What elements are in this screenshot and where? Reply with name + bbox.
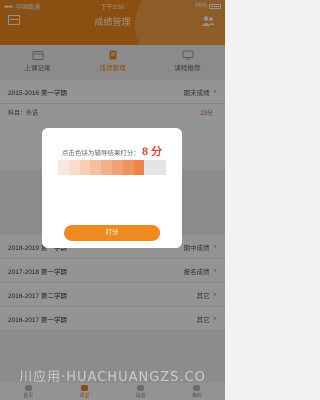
rating-color-scale bbox=[58, 160, 166, 175]
rating-block-4[interactable] bbox=[90, 160, 102, 175]
rating-hint: 点击色块为辅导结果打分： 8 分 bbox=[42, 143, 182, 159]
rating-block-10[interactable] bbox=[155, 160, 166, 175]
rating-block-2[interactable] bbox=[68, 160, 80, 175]
rating-block-5[interactable] bbox=[101, 160, 112, 175]
submit-rating-button[interactable]: 打分 bbox=[64, 225, 160, 241]
rating-block-8[interactable] bbox=[133, 160, 145, 175]
rating-block-9[interactable] bbox=[144, 160, 156, 175]
rating-dialog: 点击色块为辅导结果打分： 8 分 打分 bbox=[42, 128, 182, 248]
rating-block-1[interactable] bbox=[58, 160, 69, 175]
rating-block-7[interactable] bbox=[122, 160, 134, 175]
rating-block-3[interactable] bbox=[79, 160, 91, 175]
rating-score: 8 分 bbox=[141, 146, 163, 158]
watermark: 川应用·HUACHUANGZS.CO bbox=[19, 370, 206, 385]
rating-block-6[interactable] bbox=[111, 160, 123, 175]
rating-hint-text: 点击色块为辅导结果打分： bbox=[61, 150, 140, 157]
